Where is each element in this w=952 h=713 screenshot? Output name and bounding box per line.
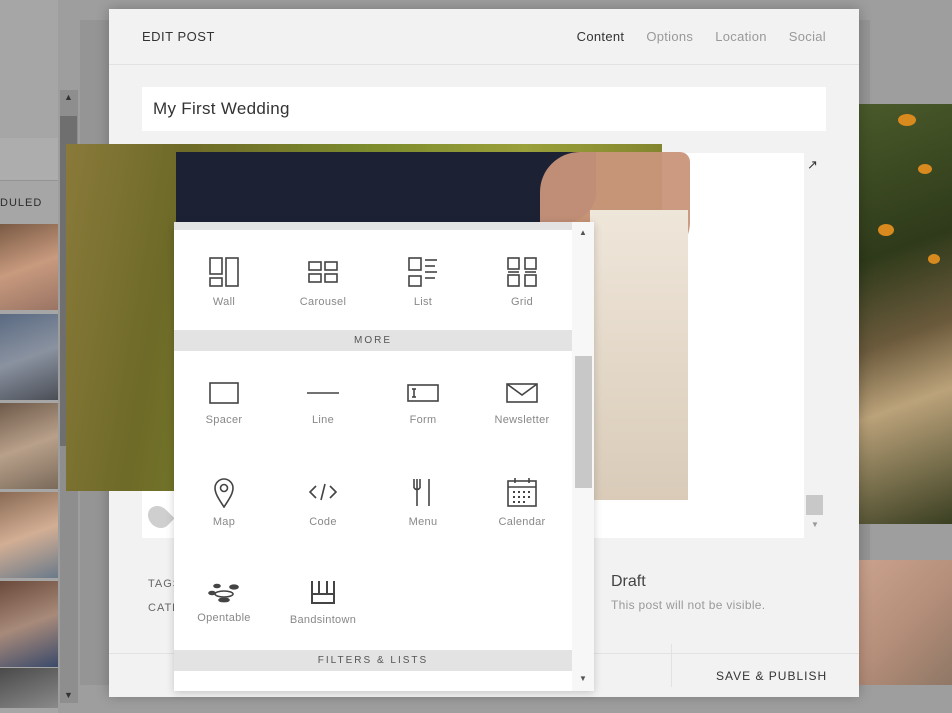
map-pin-icon (214, 478, 234, 508)
block-opentable[interactable]: Opentable (174, 578, 274, 624)
block-form[interactable]: Form (373, 380, 473, 426)
block-label: Opentable (197, 612, 251, 624)
section-header-more: MORE (174, 330, 572, 351)
background-list-header (0, 138, 58, 181)
save-publish-button[interactable]: SAVE & PUBLISH (716, 669, 827, 683)
block-newsletter[interactable]: Newsletter (472, 380, 572, 426)
post-thumbnail (0, 492, 58, 578)
block-list[interactable]: List (373, 256, 473, 308)
block-menu[interactable]: Menu (373, 476, 473, 528)
modal-tabs: Content Options Location Social (577, 29, 826, 44)
scroll-down-arrow-icon[interactable]: ▼ (579, 674, 587, 683)
background-photo (858, 560, 952, 685)
editor-scroll-down-icon[interactable]: ▼ (811, 520, 819, 529)
block-label: Newsletter (494, 414, 550, 426)
block-code[interactable]: Code (273, 476, 373, 528)
carousel-icon (308, 261, 338, 283)
background-flower-photo (858, 104, 952, 524)
post-title-input[interactable] (142, 87, 826, 131)
tab-social[interactable]: Social (789, 29, 826, 44)
footer-divider (671, 644, 672, 687)
section-header-filters-lists: FILTERS & LISTS (174, 650, 572, 671)
wedding-photo-detail (176, 152, 596, 222)
tab-options[interactable]: Options (646, 29, 693, 44)
bandsintown-icon (311, 581, 335, 604)
section-bar-partial (174, 222, 572, 230)
scroll-up-arrow-icon[interactable]: ▲ (579, 228, 587, 237)
block-label: Map (212, 516, 236, 528)
status-title[interactable]: Draft (611, 573, 646, 591)
status-description: This post will not be visible. (611, 598, 766, 612)
block-calendar[interactable]: Calendar (472, 476, 572, 528)
block-bandsintown[interactable]: Bandsintown (273, 578, 373, 626)
block-label: Line (312, 414, 334, 426)
block-grid[interactable]: Grid (472, 256, 572, 308)
envelope-icon (506, 383, 538, 403)
block-label: Calendar (498, 516, 546, 528)
block-picker: Wall Carousel List Grid MORE Spacer Line… (174, 222, 594, 691)
code-icon (308, 483, 338, 501)
post-thumbnail (0, 314, 58, 400)
line-icon (307, 392, 339, 394)
block-map[interactable]: Map (174, 476, 274, 528)
modal-header: EDIT POST Content Options Location Socia… (109, 9, 859, 65)
picker-scroll-thumb[interactable] (575, 356, 592, 488)
tab-location[interactable]: Location (715, 29, 767, 44)
block-spacer[interactable]: Spacer (174, 380, 274, 426)
post-thumbnail (0, 403, 58, 489)
block-label: Menu (408, 516, 438, 528)
calendar-icon (507, 478, 537, 507)
block-label: Bandsintown (289, 614, 357, 626)
opentable-icon (208, 583, 239, 603)
scheduled-label: DULED (0, 197, 43, 209)
editor-scroll-thumb[interactable] (806, 495, 823, 515)
modal-title: EDIT POST (142, 29, 215, 44)
form-icon (407, 384, 439, 402)
block-label: Wall (212, 296, 236, 308)
block-carousel[interactable]: Carousel (273, 256, 373, 308)
block-label: Carousel (299, 296, 347, 308)
spacer-icon (209, 382, 239, 404)
expand-icon[interactable]: ↗ (807, 157, 818, 173)
fork-knife-icon (413, 479, 430, 506)
post-thumbnail (0, 581, 58, 667)
wedding-photo-detail (590, 210, 688, 500)
list-icon (408, 257, 437, 287)
post-thumbnail (0, 668, 58, 708)
post-thumbnail (0, 224, 58, 310)
block-label: Form (409, 414, 437, 426)
block-label: Code (309, 516, 337, 528)
block-label: Spacer (205, 414, 243, 426)
scroll-down-arrow-icon[interactable]: ▼ (64, 690, 73, 700)
wall-icon (209, 257, 239, 287)
block-wall[interactable]: Wall (174, 256, 274, 308)
block-label: List (413, 296, 433, 308)
scroll-up-arrow-icon[interactable]: ▲ (64, 92, 73, 102)
block-label: Grid (511, 296, 533, 308)
tab-content[interactable]: Content (577, 29, 625, 44)
grid-icon (507, 257, 537, 287)
block-line[interactable]: Line (273, 380, 373, 426)
